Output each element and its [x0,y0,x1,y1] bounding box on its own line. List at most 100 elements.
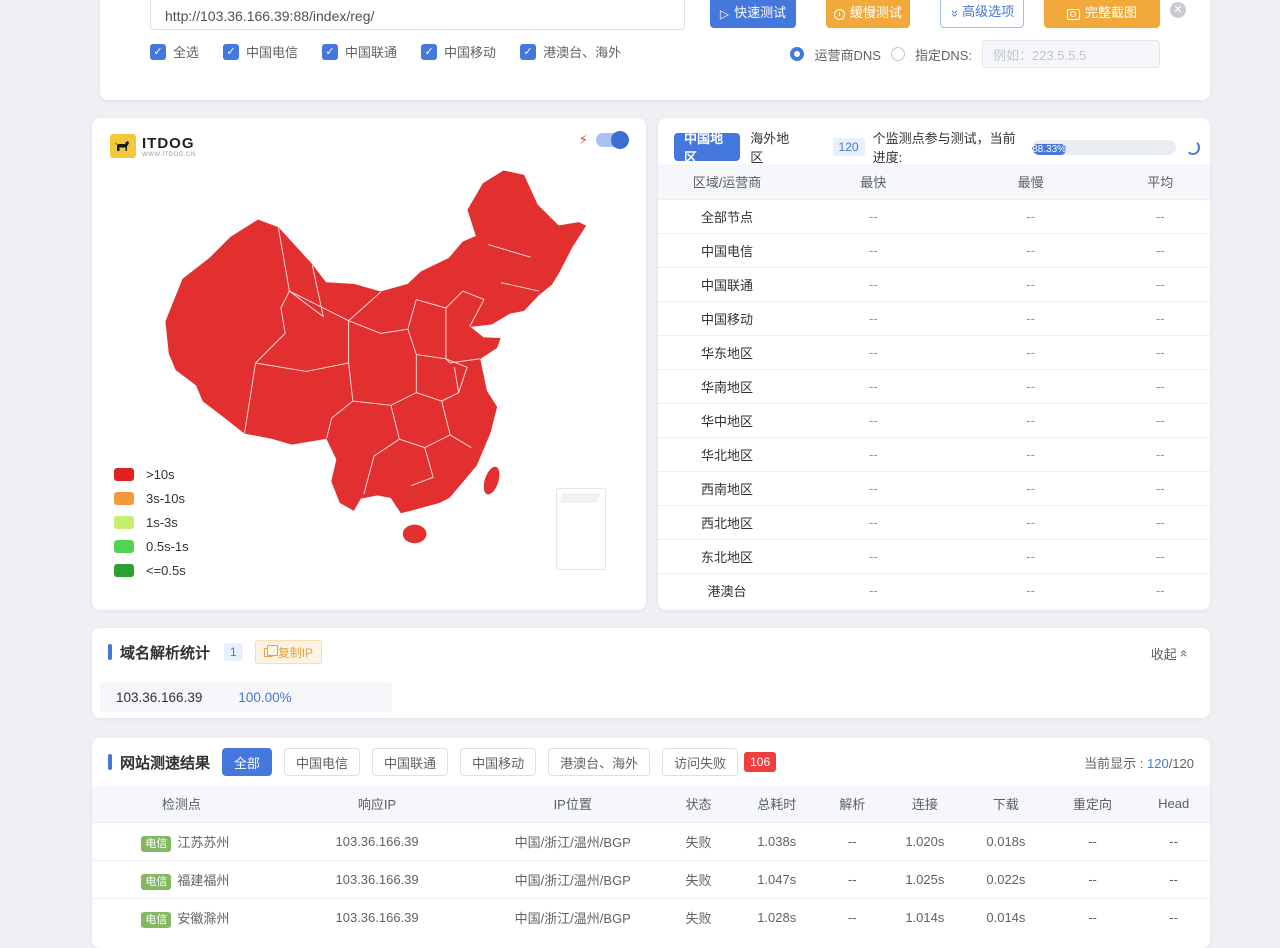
col-head: Head [1137,786,1210,822]
col-slowest: 最慢 [951,164,1111,199]
filter-unicom-button[interactable]: 中国联通 [372,748,448,776]
checkbox-checked-icon: ✓ [322,44,338,60]
url-value: http://103.36.166.39:88/index/reg/ [165,8,374,24]
col-total-time: 总耗时 [735,786,819,822]
result-row[interactable]: 电信福建福州 103.36.166.39 中国/浙江/温州/BGP 失败 1.0… [92,860,1210,898]
col-connect: 连接 [886,786,964,822]
col-node: 检测点 [92,786,271,822]
ip-count-badge: 1 [224,643,243,661]
checkbox-checked-icon: ✓ [150,44,166,60]
checkbox-checked-icon: ✓ [520,44,536,60]
chevron-down-icon: « [947,10,960,17]
result-row[interactable]: 电信安徽滁州 103.36.166.39 中国/浙江/温州/BGP 失败 1.0… [92,898,1210,936]
checkbox-china-telecom[interactable]: ✓中国电信 [223,42,298,61]
filter-all-button[interactable]: 全部 [222,748,272,776]
url-input[interactable]: http://103.36.166.39:88/index/reg/ [150,0,685,30]
col-average: 平均 [1111,164,1210,199]
checkbox-china-mobile[interactable]: ✓中国移动 [421,42,496,61]
results-header: 网站测速结果 全部 中国电信 中国联通 中国移动 港澳台、海外 访问失败 106… [108,748,1194,776]
table-row[interactable]: 华南地区------ [658,369,1210,403]
table-row[interactable]: 中国联通------ [658,267,1210,301]
clear-url-icon[interactable]: ✕ [1170,2,1186,18]
map-legend: >10s 3s-10s 1s-3s 0.5s-1s <=0.5s [114,458,189,578]
node-count-badge: 120 [833,138,865,156]
toggle-knob [611,131,629,149]
checkbox-china-unicom[interactable]: ✓中国联通 [322,42,397,61]
speed-results-card: 网站测速结果 全部 中国电信 中国联通 中国移动 港澳台、海外 访问失败 106… [92,738,1210,948]
legend-swatch [114,564,134,577]
isp-badge: 电信 [141,912,171,928]
quick-test-button[interactable]: ▷ 快速测试 [710,0,796,28]
radio-custom-dns[interactable] [891,47,905,61]
col-download: 下载 [964,786,1048,822]
collapse-link[interactable]: 收起 « [1151,644,1188,663]
col-resolve: 解析 [819,786,886,822]
progress-label: 个监测点参与测试，当前进度: [873,128,1027,166]
table-row[interactable]: 全部节点------ [658,199,1210,233]
radio-carrier-dns[interactable] [790,47,804,61]
loading-spinner-icon [1186,140,1200,155]
custom-dns-label: 指定DNS: [915,45,972,64]
region-stats-card: 中国地区 海外地区 120 个监测点参与测试，当前进度: 88.33% 区域/运… [658,118,1210,610]
legend-swatch [114,540,134,553]
camera-icon [1067,9,1080,20]
checkbox-hmt-overseas[interactable]: ✓港澳台、海外 [520,42,621,61]
isp-checkbox-row: ✓全选 ✓中国电信 ✓中国联通 ✓中国移动 ✓港澳台、海外 [150,42,621,61]
col-fastest: 最快 [796,164,951,199]
copy-ip-button[interactable]: 复制IP [255,640,322,664]
table-row[interactable]: 华北地区------ [658,437,1210,471]
full-screenshot-button[interactable]: 完整截图 [1044,0,1160,28]
tab-overseas-region[interactable]: 海外地区 [740,133,806,161]
filter-hmt-overseas-button[interactable]: 港澳台、海外 [548,748,650,776]
map-tools: ⚡ [579,132,628,148]
status-badge: 失败 [662,860,735,898]
table-row[interactable]: 华东地区------ [658,335,1210,369]
result-row[interactable]: 电信江苏苏州 103.36.166.39 中国/浙江/温州/BGP 失败 1.0… [92,822,1210,860]
col-response-ip: 响应IP [271,786,483,822]
legend-item: 1s-3s [114,515,189,530]
tab-china-region[interactable]: 中国地区 [674,133,740,161]
map-animation-toggle[interactable] [596,133,628,147]
table-row[interactable]: 中国电信------ [658,233,1210,267]
section-accent-bar [108,754,112,770]
legend-swatch [114,492,134,505]
isp-badge: 电信 [141,874,171,890]
results-title: 网站测速结果 [120,752,210,773]
dog-icon [110,134,136,158]
taiwan-island [481,465,503,497]
full-screenshot-label: 完整截图 [1085,2,1137,21]
status-badge: 失败 [662,898,735,936]
checkbox-checked-icon: ✓ [223,44,239,60]
col-ip-location: IP位置 [483,786,662,822]
custom-dns-input[interactable]: 例如：223.5.5.5 [982,40,1160,68]
china-map-card: ITDOG WWW.ITDOG.CN ⚡ [92,118,646,610]
progress-fill: 88.33% [1032,144,1066,155]
hainan-island [403,525,427,544]
display-count: 当前显示 : 120/120 [1084,753,1194,772]
dns-stats-card: 域名解析统计 1 复制IP 收起 « 103.36.166.39 100.00% [92,628,1210,718]
table-row[interactable]: 西北地区------ [658,505,1210,539]
slow-test-label: 缓慢测试 [850,2,902,21]
filter-mobile-button[interactable]: 中国移动 [460,748,536,776]
resolved-ip-row[interactable]: 103.36.166.39 100.00% [100,682,392,712]
table-row[interactable]: 华中地区------ [658,403,1210,437]
status-badge: 失败 [662,822,735,860]
col-redirect: 重定向 [1048,786,1137,822]
slow-test-button[interactable]: 缓慢测试 [826,0,910,28]
legend-item: >10s [114,467,189,482]
table-row[interactable]: 中国移动------ [658,301,1210,335]
checkbox-select-all[interactable]: ✓全选 [150,42,199,61]
resolved-ip: 103.36.166.39 [116,690,202,705]
china-map[interactable] [154,154,594,572]
copy-icon [264,648,273,657]
filter-telecom-button[interactable]: 中国电信 [284,748,360,776]
table-row[interactable]: 港澳台------ [658,573,1210,607]
advanced-options-button[interactable]: « 高级选项 [940,0,1024,28]
section-accent-bar [108,644,112,660]
region-card-header: 中国地区 海外地区 120 个监测点参与测试，当前进度: 88.33% [674,128,1200,166]
table-row[interactable]: 西南地区------ [658,471,1210,505]
table-row[interactable]: 东北地区------ [658,539,1210,573]
results-header-row: 检测点 响应IP IP位置 状态 总耗时 解析 连接 下载 重定向 Head [92,786,1210,822]
legend-item: <=0.5s [114,563,189,578]
filter-failed-button[interactable]: 访问失败 [662,748,738,776]
